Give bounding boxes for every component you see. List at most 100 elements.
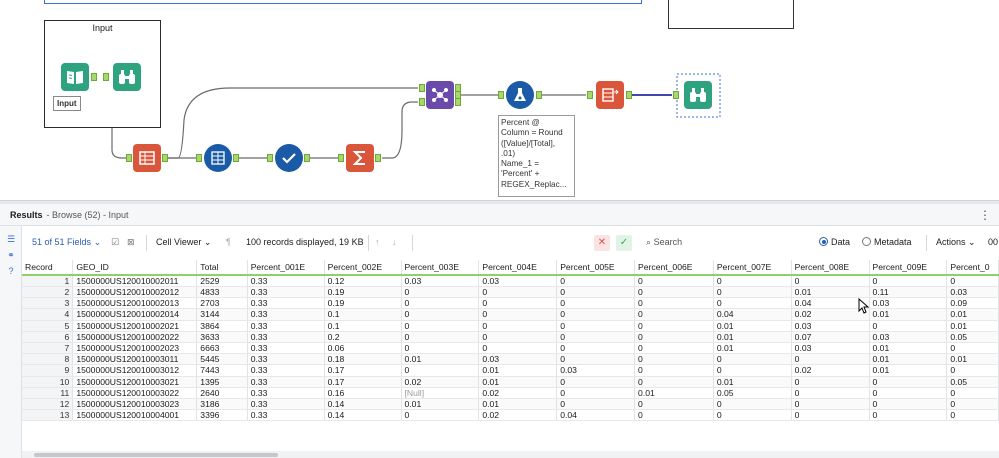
- table-cell[interactable]: 0: [869, 275, 948, 287]
- join-tool[interactable]: [426, 81, 454, 109]
- table-cell[interactable]: 0.03: [556, 364, 636, 377]
- table-row[interactable]: 3 1500000US120010002013 2703 0.33 0.19 0 0 0 0 0 0…: [22, 297, 999, 310]
- table-row[interactable]: 9 1500000US120010003012 7443 0.33 0.17 0 0.01 0…: [22, 364, 999, 377]
- table-cell[interactable]: 0: [556, 286, 636, 299]
- table-cell[interactable]: 0.01: [869, 364, 948, 377]
- output-anchor[interactable]: [91, 73, 97, 81]
- table-cell[interactable]: 2703: [196, 297, 248, 310]
- table-cell[interactable]: 1500000US120010003022: [72, 387, 198, 399]
- column-header[interactable]: Percent_006E: [634, 260, 714, 276]
- table-cell[interactable]: 0.01: [713, 376, 792, 388]
- table-cell[interactable]: 0.33: [247, 409, 325, 422]
- output-anchor[interactable]: [536, 91, 542, 99]
- input-anchor[interactable]: [587, 91, 593, 99]
- record-number-cell[interactable]: 3: [22, 297, 74, 310]
- table-cell[interactable]: 0.12: [324, 275, 402, 287]
- table-row[interactable]: 12 1500000US120010003023 3186 0.33 0.14 0.01 0…: [22, 398, 999, 411]
- input-anchor[interactable]: [338, 154, 344, 162]
- table-cell[interactable]: 0.01: [634, 387, 714, 399]
- output-anchor[interactable]: [233, 154, 239, 162]
- table-cell[interactable]: 0: [634, 398, 714, 411]
- table-cell[interactable]: 0.01: [713, 320, 792, 332]
- table-cell[interactable]: 1395: [196, 376, 248, 388]
- table-cell[interactable]: 0: [634, 342, 714, 355]
- table-cell[interactable]: 0: [946, 364, 999, 377]
- table-cell[interactable]: 0: [634, 409, 714, 422]
- table-cell[interactable]: 0: [401, 286, 480, 299]
- table-cell[interactable]: 6663: [196, 342, 248, 355]
- table-cell[interactable]: 0.19: [324, 297, 402, 310]
- table-cell[interactable]: 0: [556, 387, 636, 399]
- select-tool[interactable]: [275, 144, 303, 172]
- input-anchor[interactable]: [267, 154, 273, 162]
- table-cell[interactable]: 1500000US120010002012: [72, 286, 198, 299]
- output-anchor[interactable]: [626, 91, 632, 99]
- table-cell[interactable]: 0: [478, 297, 558, 310]
- table-cell[interactable]: 4833: [196, 286, 248, 299]
- table-cell[interactable]: 0: [556, 331, 636, 343]
- table-cell[interactable]: 0.33: [247, 286, 325, 299]
- record-number-cell[interactable]: 6: [22, 331, 74, 343]
- table-cell[interactable]: 0: [634, 308, 714, 321]
- table-cell[interactable]: 0: [478, 331, 558, 343]
- table-cell[interactable]: 0.01: [869, 353, 948, 366]
- table-cell[interactable]: 0: [556, 376, 636, 388]
- horizontal-scrollbar[interactable]: [22, 451, 999, 458]
- table-cell[interactable]: 1500000US120010002022: [72, 331, 198, 343]
- table-cell[interactable]: 0.33: [247, 320, 325, 332]
- column-header[interactable]: Percent_001E: [247, 260, 325, 276]
- table-cell[interactable]: 1500000US120010003021: [72, 376, 198, 388]
- record-number-cell[interactable]: 4: [22, 308, 74, 321]
- ellipsis-vertical-icon[interactable]: ⋮: [979, 208, 991, 222]
- input-anchor[interactable]: [498, 91, 504, 99]
- table-cell[interactable]: 0: [634, 364, 714, 377]
- table-cell[interactable]: 0: [634, 331, 714, 343]
- table-cell[interactable]: 0.14: [324, 409, 402, 422]
- table-cell[interactable]: 0: [869, 320, 948, 332]
- table-cell[interactable]: 1500000US120010002023: [72, 342, 198, 355]
- table-cell[interactable]: 0: [869, 387, 948, 399]
- browse-tool-output[interactable]: [684, 81, 712, 109]
- table-row[interactable]: 10 1500000US120010003021 1395 0.33 0.17 0.02 0…: [22, 376, 999, 388]
- table-cell[interactable]: 0: [401, 331, 480, 343]
- table-cell[interactable]: 0: [791, 353, 870, 366]
- help-icon[interactable]: ?: [6, 266, 16, 276]
- table-cell[interactable]: 0: [401, 297, 480, 310]
- record-number-cell[interactable]: 9: [22, 364, 74, 377]
- table-cell[interactable]: 3633: [196, 331, 248, 343]
- record-number-cell[interactable]: 7: [22, 342, 74, 355]
- table-cell[interactable]: 0.01: [478, 398, 558, 411]
- column-header[interactable]: Record: [22, 260, 74, 276]
- output-anchor[interactable]: [375, 154, 381, 162]
- column-header[interactable]: Percent_005E: [556, 260, 636, 276]
- table-row[interactable]: 8 1500000US120010003011 5445 0.33 0.18 0.01 0.…: [22, 353, 999, 366]
- table-cell[interactable]: 0: [478, 286, 558, 299]
- table-cell[interactable]: 0: [791, 387, 870, 399]
- join-left-anchor[interactable]: [419, 84, 425, 92]
- output-anchor[interactable]: [304, 154, 310, 162]
- table-cell[interactable]: 0.1: [324, 320, 402, 332]
- record-number-cell[interactable]: 5: [22, 320, 74, 332]
- apply-filter-button[interactable]: ✓: [616, 235, 632, 251]
- table-cell[interactable]: 0: [556, 297, 636, 310]
- table-cell[interactable]: 1500000US120010002013: [72, 297, 198, 310]
- table-cell[interactable]: 0.18: [324, 353, 402, 366]
- table-row[interactable]: 2 1500000US120010002012 4833 0.33 0.19 0 0 0 0 0 0…: [22, 286, 999, 299]
- input-data-tool[interactable]: [61, 63, 89, 91]
- table-cell[interactable]: 0.06: [324, 342, 402, 355]
- table-cell[interactable]: 0.02: [791, 364, 870, 377]
- paragraph-icon[interactable]: ¶: [226, 237, 231, 247]
- table-cell[interactable]: 0.14: [324, 398, 402, 411]
- table-cell[interactable]: 0.01: [401, 353, 480, 366]
- cell-viewer-dropdown[interactable]: Cell Viewer ⌄: [156, 237, 211, 248]
- list-icon[interactable]: ☰: [6, 234, 16, 244]
- table-cell[interactable]: 0: [869, 376, 948, 388]
- table-cell[interactable]: 0: [713, 398, 792, 411]
- table-cell[interactable]: 0: [634, 376, 714, 388]
- metadata-radio[interactable]: Metadata: [862, 237, 912, 247]
- table-cell[interactable]: 0: [946, 342, 999, 355]
- table-cell[interactable]: 0.03: [401, 275, 480, 287]
- table-row[interactable]: 1 1500000US120010002011 2529 0.33 0.12 0.03 0.…: [22, 275, 999, 287]
- column-header[interactable]: Percent_008E: [791, 260, 870, 276]
- table-cell[interactable]: 0: [713, 297, 792, 310]
